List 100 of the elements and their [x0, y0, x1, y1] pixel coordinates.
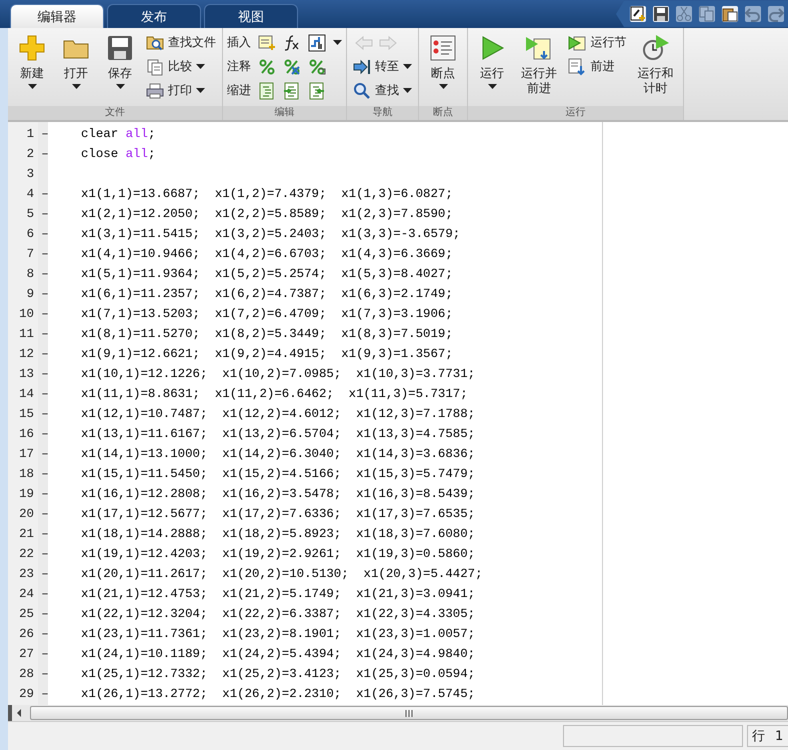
insert-function-icon[interactable] [308, 34, 326, 52]
function-icon[interactable] [283, 34, 301, 52]
breakpoint-marker[interactable]: – [41, 147, 49, 161]
ribbon-button[interactable]: 前进 [566, 56, 628, 77]
caret-icon [333, 40, 342, 45]
ribbon-button[interactable]: 新建 [12, 31, 52, 106]
breakpoint-marker[interactable]: – [41, 267, 49, 281]
breakpoint-marker[interactable]: – [41, 387, 49, 401]
line-number: 25 [18, 607, 34, 621]
breakpoint-marker[interactable]: – [41, 307, 49, 321]
ribbon-button[interactable]: 比较 [144, 56, 218, 77]
line-number: 22 [18, 547, 34, 561]
breakpoint-marker[interactable]: – [41, 527, 49, 541]
ribbon-button[interactable]: 运行和计时 [632, 31, 679, 106]
button-label: 查找 [375, 82, 399, 99]
breakpoint-marker[interactable]: – [41, 187, 49, 201]
breakpoint-marker[interactable]: – [41, 467, 49, 481]
breakpoint-marker[interactable]: – [41, 247, 49, 261]
breakpoint-marker[interactable]: – [41, 407, 49, 421]
line-number: 18 [18, 467, 34, 481]
breakpoint-marker[interactable]: – [41, 447, 49, 461]
code-line: x1(13,1)=11.6167; x1(13,2)=6.5704; x1(13,3)=4.7585; [81, 427, 476, 441]
line-number: 15 [18, 407, 34, 421]
breakpoint-list-icon [428, 33, 458, 63]
caret-icon [196, 88, 205, 93]
ribbon-button[interactable]: 打印 [144, 80, 218, 101]
group-title: 导航 [347, 106, 418, 120]
code-line: clear all; [81, 127, 156, 141]
ribbon-tab[interactable]: 发布 [107, 4, 201, 28]
line-number: 16 [18, 427, 34, 441]
play-section-icon [568, 34, 586, 52]
breakpoint-marker[interactable]: – [41, 127, 49, 141]
folder-search-icon [146, 34, 164, 52]
line-number: 27 [18, 647, 34, 661]
ribbon-tab[interactable]: 视图 [204, 4, 298, 28]
documents-icon [146, 58, 164, 76]
insert-text-icon[interactable] [258, 34, 276, 52]
percent-cross-icon[interactable] [283, 58, 301, 76]
ribbon-button[interactable]: 转至 [351, 56, 414, 77]
code-line: x1(7,1)=13.5203; x1(7,2)=6.4709; x1(7,3)=3.1906; [81, 307, 453, 321]
breakpoint-marker[interactable]: – [41, 547, 49, 561]
breakpoint-marker[interactable]: – [41, 207, 49, 221]
code-line: x1(9,1)=12.6621; x1(9,2)=4.4915; x1(9,3)=1.3567; [81, 347, 453, 361]
code-line: x1(20,1)=11.2617; x1(20,2)=10.5130; x1(20,3)=5.4427; [81, 567, 483, 581]
ribbon-tab[interactable]: 编辑器 [10, 4, 104, 28]
line-number: 28 [18, 667, 34, 681]
ribbon-button[interactable]: 保存 [100, 31, 140, 106]
code-line: x1(3,1)=11.5415; x1(3,2)=5.2403; x1(3,3)=-3.6579; [81, 227, 460, 241]
breakpoint-marker[interactable]: – [41, 427, 49, 441]
breakpoint-marker[interactable]: – [41, 327, 49, 341]
breakpoint-marker[interactable]: – [41, 507, 49, 521]
code-editor[interactable] [8, 120, 788, 705]
indent-left-icon[interactable] [308, 82, 326, 100]
row-label: 行 [752, 728, 765, 745]
ribbon-button[interactable]: 查找 [351, 80, 414, 101]
document-arrow-icon [568, 58, 586, 76]
line-number: 11 [18, 327, 34, 341]
line-number: 20 [18, 507, 34, 521]
breakpoint-marker[interactable]: – [41, 287, 49, 301]
new-script-icon[interactable] [630, 6, 646, 22]
breakpoint-marker[interactable]: – [41, 627, 49, 641]
ribbon-button[interactable]: 运行 [472, 31, 512, 106]
button-label: 断点 [431, 66, 455, 81]
breakpoint-marker[interactable]: – [41, 227, 49, 241]
ribbon-button[interactable]: 打开 [56, 31, 96, 106]
breakpoint-marker[interactable]: – [41, 567, 49, 581]
caret-icon [488, 84, 496, 89]
code-line: x1(18,1)=14.2888; x1(18,2)=5.8923; x1(18,3)=7.6080; [81, 527, 476, 541]
line-number: 3 [26, 167, 34, 181]
indent-right-icon[interactable] [283, 82, 301, 100]
breakpoint-marker[interactable]: – [41, 367, 49, 381]
line-number: 29 [18, 687, 34, 701]
grip-icon [405, 710, 413, 716]
breakpoint-marker[interactable]: – [41, 587, 49, 601]
paste-icon[interactable] [722, 6, 738, 22]
ribbon-button[interactable]: 查找文件 [144, 32, 218, 53]
ribbon-button[interactable]: 运行节 [566, 32, 628, 53]
percent-icon[interactable] [258, 58, 276, 76]
code-line: close all; [81, 147, 156, 161]
code-line: x1(10,1)=12.1226; x1(10,2)=7.0985; x1(10,3)=3.7731; [81, 367, 476, 381]
ribbon-button[interactable]: 断点 [423, 31, 463, 106]
percent-arrow-icon[interactable] [308, 58, 326, 76]
caret-icon [403, 88, 412, 93]
breakpoint-marker[interactable]: – [41, 647, 49, 661]
caret-icon [403, 64, 412, 69]
caret-icon [28, 84, 36, 89]
save-icon[interactable] [653, 6, 669, 22]
indent-icon[interactable] [258, 82, 276, 100]
breakpoint-marker[interactable]: – [41, 607, 49, 621]
breakpoint-marker[interactable]: – [41, 347, 49, 361]
row-label: 注释 [227, 58, 251, 75]
line-number: 19 [18, 487, 34, 501]
line-number: 7 [26, 247, 34, 261]
code-line: x1(8,1)=11.5270; x1(8,2)=5.3449; x1(8,3)=7.5019; [81, 327, 453, 341]
breakpoint-marker[interactable]: – [41, 687, 49, 701]
breakpoint-marker[interactable]: – [41, 487, 49, 501]
breakpoint-marker[interactable]: – [41, 667, 49, 681]
ribbon-button[interactable]: 运行并前进 [516, 31, 562, 106]
row-number: 1 [775, 728, 784, 744]
printer-icon [146, 82, 164, 100]
